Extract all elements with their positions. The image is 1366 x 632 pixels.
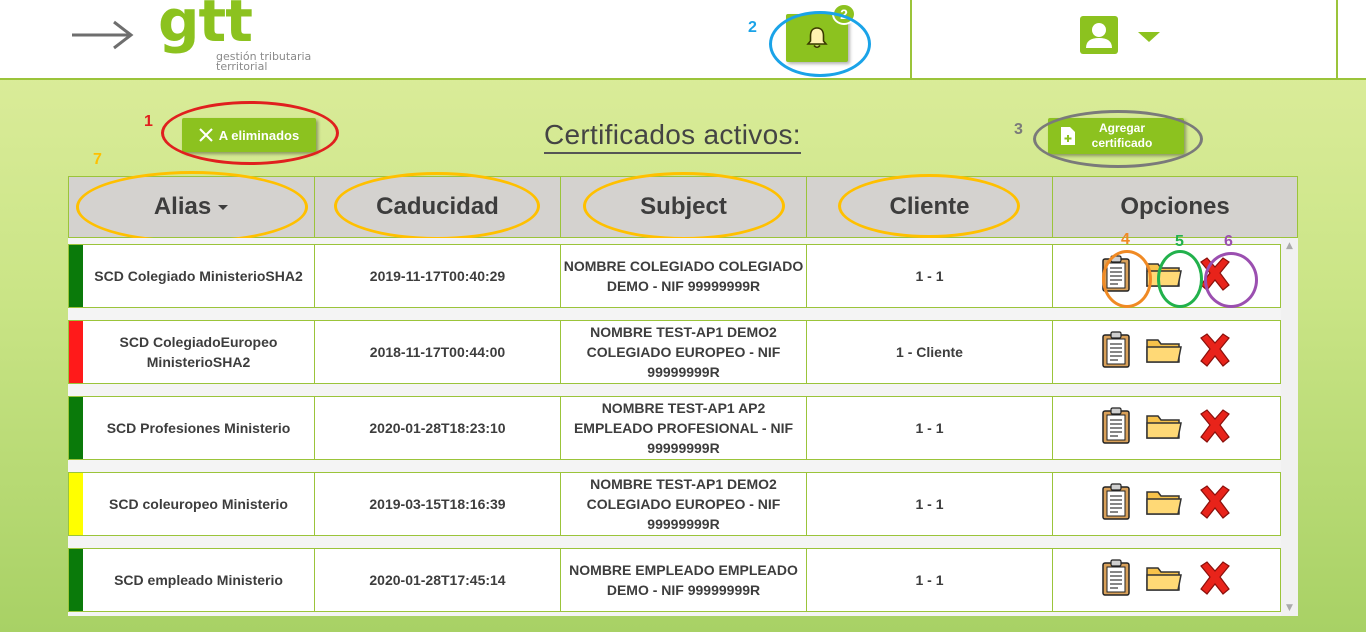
cell-alias: SCD Colegiado MinisterioSHA2 [83, 245, 315, 307]
status-indicator [69, 473, 83, 535]
cell-options [1053, 549, 1280, 611]
top-header: gtt gestión tributaria territorial 2 [0, 0, 1366, 80]
status-indicator [69, 245, 83, 307]
table-row: SCD Colegiado MinisterioSHA2 2019-11-17T… [68, 244, 1281, 308]
cell-subject: NOMBRE COLEGIADO COLEGIADO DEMO - NIF 99… [561, 245, 807, 307]
cell-alias: SCD empleado Ministerio [83, 549, 315, 611]
delete-icon[interactable] [1197, 332, 1233, 373]
column-header-caducidad[interactable]: Caducidad [315, 177, 561, 237]
status-indicator [69, 321, 83, 383]
cell-subject: NOMBRE TEST-AP1 DEMO2 COLEGIADO EUROPEO … [561, 473, 807, 535]
cell-alias: SCD Profesiones Ministerio [83, 397, 315, 459]
cell-alias: SCD ColegiadoEuropeo MinisterioSHA2 [83, 321, 315, 383]
clipboard-icon[interactable] [1101, 406, 1131, 450]
annotation-number-2: 2 [748, 19, 757, 36]
cell-cliente: 1 - 1 [807, 245, 1053, 307]
table-row: SCD empleado Ministerio 2020-01-28T17:45… [68, 548, 1281, 612]
delete-icon[interactable] [1197, 256, 1233, 297]
column-header-subject[interactable]: Subject [561, 177, 807, 237]
status-indicator [69, 397, 83, 459]
folder-icon[interactable] [1145, 411, 1183, 446]
logo-subtitle: gestión tributaria territorial [216, 51, 356, 73]
to-deleted-label: A eliminados [218, 127, 300, 143]
table-scrollbar[interactable]: ▲ ▼ [1281, 238, 1298, 616]
cell-subject: NOMBRE EMPLEADO EMPLEADO DEMO - NIF 9999… [561, 549, 807, 611]
table-row: SCD Profesiones Ministerio 2020-01-28T18… [68, 396, 1281, 460]
add-certificate-button[interactable]: Agregar certificado [1048, 118, 1184, 154]
column-header-opciones: Opciones [1120, 193, 1230, 220]
page-title: Certificados activos: [544, 118, 801, 154]
folder-icon[interactable] [1145, 487, 1183, 522]
delete-icon[interactable] [1197, 408, 1233, 449]
user-menu-button[interactable] [1080, 16, 1160, 56]
cell-cliente: 1 - Cliente [807, 321, 1053, 383]
close-icon [199, 128, 213, 142]
clipboard-icon[interactable] [1101, 558, 1131, 602]
cell-caducidad: 2020-01-28T18:23:10 [315, 397, 561, 459]
cell-alias: SCD coleuropeo Ministerio [83, 473, 315, 535]
cell-options [1053, 321, 1280, 383]
cell-cliente: 1 - 1 [807, 397, 1053, 459]
cell-options [1053, 473, 1280, 535]
cell-cliente: 1 - 1 [807, 473, 1053, 535]
folder-icon[interactable] [1145, 335, 1183, 370]
table-header: Alias Caducidad Subject Cliente Opciones [68, 176, 1298, 238]
add-certificate-label: Agregar certificado [1092, 121, 1153, 151]
table-body: SCD Colegiado MinisterioSHA2 2019-11-17T… [68, 238, 1298, 616]
annotation-number-3: 3 [1014, 121, 1023, 138]
cell-caducidad: 2019-03-15T18:16:39 [315, 473, 561, 535]
gtt-logo[interactable]: gtt gestión tributaria territorial [158, 0, 358, 76]
annotation-number-1: 1 [144, 113, 153, 130]
cell-options [1053, 245, 1280, 307]
scroll-up-icon[interactable]: ▲ [1281, 240, 1298, 252]
cell-caducidad: 2020-01-28T17:45:14 [315, 549, 561, 611]
folder-icon[interactable] [1145, 259, 1183, 294]
cell-caducidad: 2019-11-17T00:40:29 [315, 245, 561, 307]
annotation-number-4: 4 [1121, 231, 1130, 248]
notification-count-badge: 2 [832, 3, 856, 25]
add-file-icon [1061, 127, 1075, 145]
clipboard-icon[interactable] [1101, 482, 1131, 526]
cell-subject: NOMBRE TEST-AP1 AP2 EMPLEADO PROFESIONAL… [561, 397, 807, 459]
cell-caducidad: 2018-11-17T00:44:00 [315, 321, 561, 383]
annotation-number-5: 5 [1175, 233, 1184, 250]
logo-text: gtt [158, 0, 253, 55]
column-header-alias-label: Alias [153, 193, 212, 220]
column-header-cliente[interactable]: Cliente [807, 177, 1053, 237]
table-row: SCD coleuropeo Ministerio 2019-03-15T18:… [68, 472, 1281, 536]
chevron-down-icon [1138, 32, 1160, 42]
add-certificate-line2: certificado [1091, 136, 1153, 150]
bell-icon [806, 27, 828, 49]
add-certificate-line1: Agregar [1098, 121, 1145, 135]
status-indicator [69, 549, 83, 611]
table-row: SCD ColegiadoEuropeo MinisterioSHA2 2018… [68, 320, 1281, 384]
cell-subject: NOMBRE TEST-AP1 DEMO2 COLEGIADO EUROPEO … [561, 321, 807, 383]
clipboard-icon[interactable] [1101, 330, 1131, 374]
delete-icon[interactable] [1197, 484, 1233, 525]
to-deleted-button[interactable]: A eliminados [182, 118, 316, 152]
delete-icon[interactable] [1197, 560, 1233, 601]
annotation-number-7: 7 [93, 151, 102, 168]
folder-icon[interactable] [1145, 563, 1183, 598]
scroll-down-icon[interactable]: ▼ [1281, 602, 1298, 614]
cell-cliente: 1 - 1 [807, 549, 1053, 611]
cell-options [1053, 397, 1280, 459]
clipboard-icon[interactable] [1101, 254, 1131, 298]
column-header-alias[interactable]: Alias [69, 177, 315, 237]
annotation-number-6: 6 [1224, 233, 1233, 250]
back-arrow-icon[interactable] [70, 18, 136, 52]
sort-caret-icon [218, 205, 229, 210]
header-divider [1336, 0, 1338, 80]
header-divider [910, 0, 912, 80]
logo-subtitle-line2: territorial [216, 60, 268, 73]
